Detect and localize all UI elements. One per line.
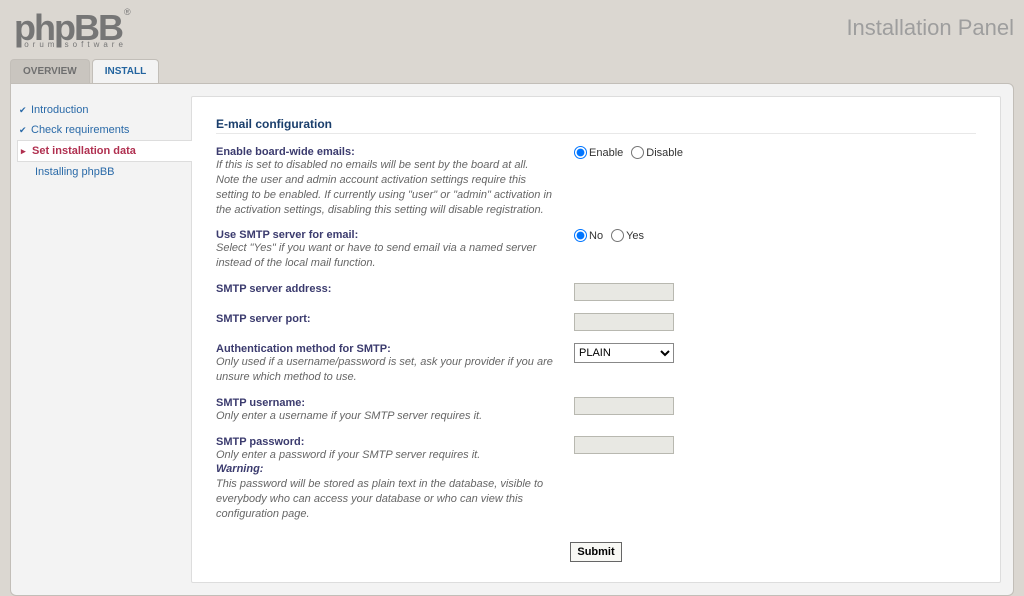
smtp-password-warning: Warning: This password will be stored as…	[216, 462, 554, 520]
tab-install[interactable]: INSTALL	[92, 59, 159, 83]
smtp-password-label: SMTP password:	[216, 436, 554, 448]
board-emails-hint: If this is set to disabled no emails wil…	[216, 159, 552, 216]
sidebar-item-set-installation-data[interactable]: Set installation data	[17, 140, 192, 162]
use-smtp-hint: Select "Yes" if you want or have to send…	[216, 242, 536, 269]
use-smtp-label: Use SMTP server for email:	[216, 229, 554, 241]
board-emails-disable-radio[interactable]	[631, 146, 644, 159]
smtp-username-hint: Only enter a username if your SMTP serve…	[216, 410, 482, 422]
smtp-password-hint: Only enter a password if your SMTP serve…	[216, 449, 480, 461]
board-emails-enable-radio[interactable]	[574, 146, 587, 159]
sidebar-item-introduction[interactable]: Introduction	[17, 100, 191, 120]
smtp-auth-hint: Only used if a username/password is set,…	[216, 356, 553, 383]
board-emails-label: Enable board-wide emails:	[216, 146, 554, 158]
tab-bar: OVERVIEW INSTALL	[10, 59, 1014, 83]
tab-overview[interactable]: OVERVIEW	[10, 59, 90, 83]
smtp-username-label: SMTP username:	[216, 397, 554, 409]
board-emails-enable-label: Enable	[589, 147, 623, 159]
smtp-username-input[interactable]	[574, 397, 674, 415]
smtp-address-input[interactable]	[574, 283, 674, 301]
panel-title: Installation Panel	[846, 15, 1014, 41]
install-steps-sidebar: Introduction Check requirements Set inst…	[11, 96, 191, 583]
content-panel: E-mail configuration Enable board-wide e…	[191, 96, 1001, 583]
smtp-port-input[interactable]	[574, 313, 674, 331]
smtp-port-label: SMTP server port:	[216, 313, 554, 325]
board-emails-disable-label: Disable	[646, 147, 683, 159]
section-title: E-mail configuration	[216, 117, 976, 134]
smtp-password-input[interactable]	[574, 436, 674, 454]
use-smtp-no-radio[interactable]	[574, 229, 587, 242]
smtp-address-label: SMTP server address:	[216, 283, 554, 295]
use-smtp-yes-label: Yes	[626, 230, 644, 242]
smtp-auth-label: Authentication method for SMTP:	[216, 343, 554, 355]
submit-button[interactable]: Submit	[570, 542, 621, 562]
sidebar-item-check-requirements[interactable]: Check requirements	[17, 120, 191, 140]
smtp-auth-select[interactable]: PLAIN	[574, 343, 674, 363]
phpbb-logo: phpBB® forum software	[10, 7, 131, 49]
use-smtp-yes-radio[interactable]	[611, 229, 624, 242]
sidebar-item-installing-phpbb[interactable]: Installing phpBB	[17, 162, 191, 182]
use-smtp-no-label: No	[589, 230, 603, 242]
